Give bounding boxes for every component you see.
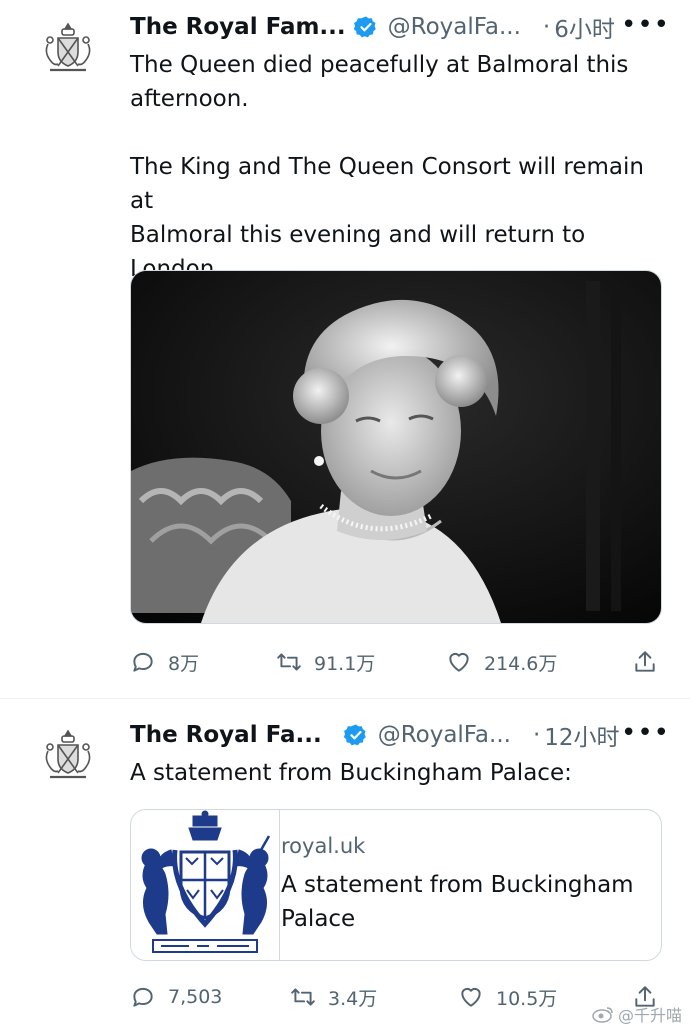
reply-button[interactable]: 8万 [130,646,199,678]
watermark-text: @千升喵 [617,1006,682,1025]
verified-badge-icon [343,724,366,746]
card-text: royal.uk A statement from Buckingham Pal… [281,830,645,936]
tweet-header: The Royal Fam... @RoyalFa... · 6小时 ••• [130,10,670,44]
watermark: @千升喵 [592,1002,682,1026]
display-name[interactable]: The Royal Fam... [130,14,346,40]
card-domain[interactable]: royal.uk [281,830,645,862]
display-name[interactable]: The Royal Fa... [130,722,322,748]
avatar[interactable] [34,721,102,789]
retweet-button[interactable]: 3.4万 [290,981,377,1013]
retweet-button[interactable]: 91.1万 [276,646,375,678]
more-icon[interactable]: ••• [621,718,670,748]
verified-badge-icon [353,16,376,38]
tweet-actions: 8万 91.1万 214.6万 [130,646,660,678]
retweet-icon [277,653,301,671]
tweet-photo[interactable] [130,270,662,624]
coat-of-arms-icon [45,22,91,72]
more-icon[interactable]: ••• [621,10,670,40]
retweet-count: 3.4万 [328,987,378,1010]
share-button[interactable] [632,646,670,678]
portrait-photo [131,271,661,623]
card-image [131,810,280,960]
reply-count: 7,503 [168,986,223,1008]
like-button[interactable]: 214.6万 [446,646,557,678]
avatar[interactable] [34,14,102,82]
reply-button[interactable]: 7,503 [130,981,222,1013]
separator-dot: · [532,722,541,748]
like-count: 214.6万 [484,652,558,675]
tweet-2[interactable]: The Royal Fa... @RoyalFa... · 12小时 ••• A… [0,699,690,1032]
share-icon [635,651,655,672]
user-handle[interactable]: @RoyalFa... [388,14,521,40]
separator-dot: · [542,14,551,40]
retweet-icon [291,988,315,1006]
timestamp[interactable]: 6小时 [554,10,615,44]
tweet-text: A statement from Buckingham Palace: [130,760,572,786]
royal-coat-of-arms [141,810,271,953]
reply-icon [133,652,153,672]
like-button[interactable]: 10.5万 [458,981,557,1013]
reply-icon [133,987,153,1007]
card-title[interactable]: A statement from Buckingham Palace [281,868,645,936]
like-icon [461,987,481,1007]
link-card[interactable]: royal.uk A statement from Buckingham Pal… [130,809,662,961]
tweet-1[interactable]: The Royal Fam... @RoyalFa... · 6小时 ••• T… [0,0,690,698]
like-icon [449,652,469,672]
like-count: 10.5万 [496,987,558,1010]
reply-count: 8万 [168,652,200,675]
retweet-count: 91.1万 [314,652,376,675]
weibo-icon [592,1007,613,1023]
user-handle[interactable]: @RoyalFa... [378,722,511,748]
tweet-header: The Royal Fa... @RoyalFa... · 12小时 ••• [130,718,670,752]
coat-of-arms-icon [45,729,91,779]
timestamp[interactable]: 12小时 [544,718,619,752]
tweet-actions: 7,503 3.4万 10.5万 [130,981,660,1013]
